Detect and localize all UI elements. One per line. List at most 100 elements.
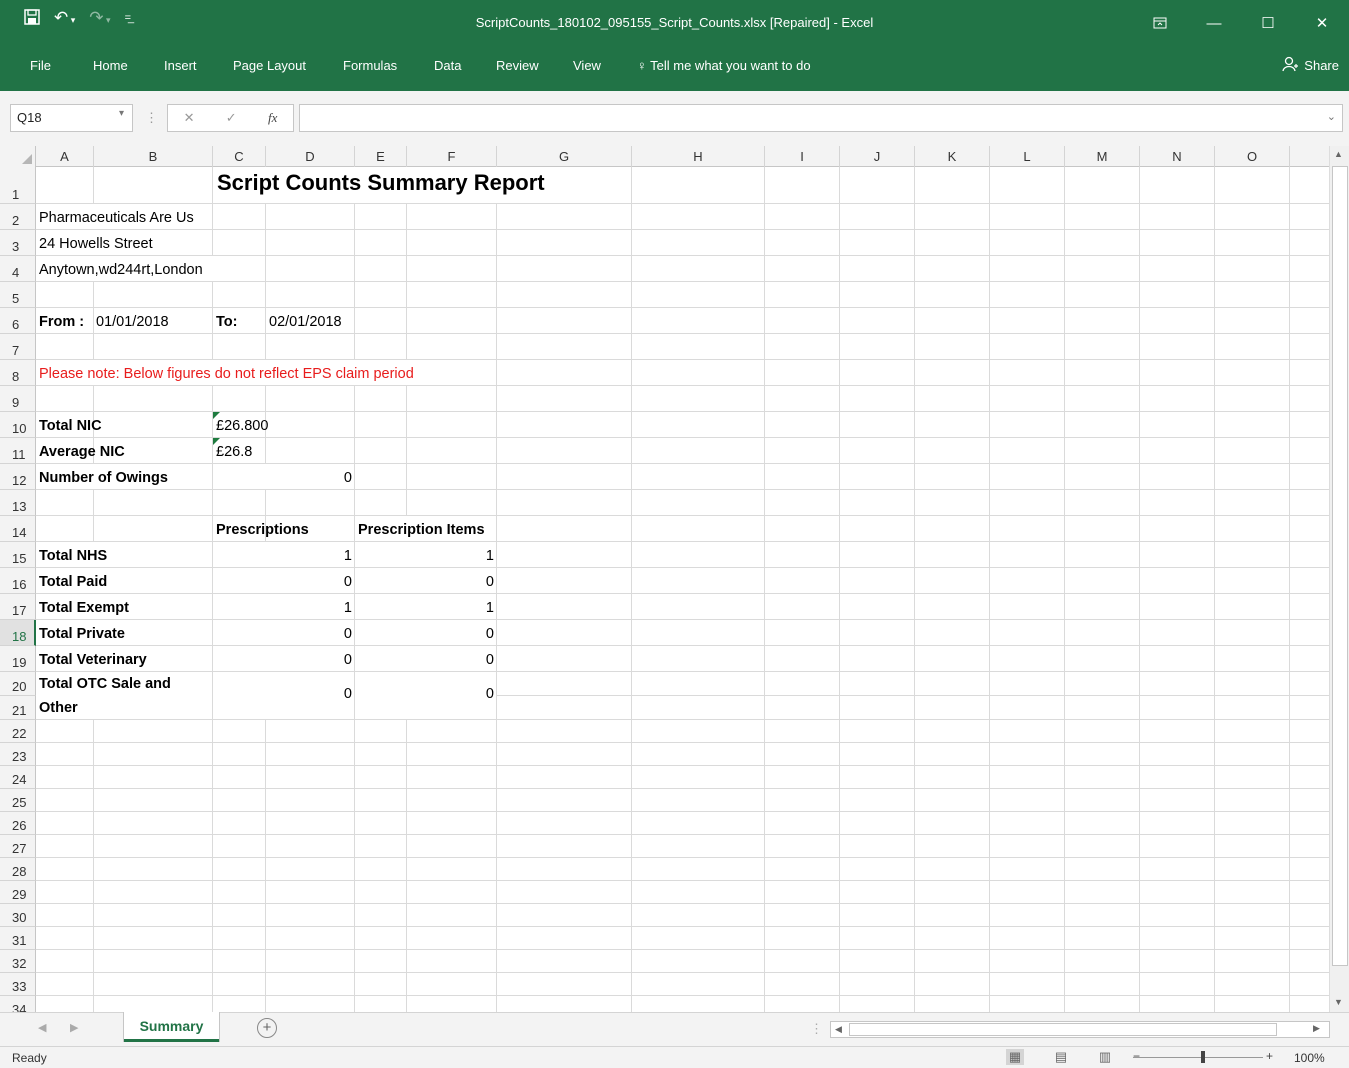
row-header-18[interactable]: 18 <box>0 620 36 646</box>
column-header-a[interactable]: A <box>36 146 94 167</box>
row-header-15[interactable]: 15 <box>0 542 36 568</box>
row-header-25[interactable]: 25 <box>0 789 36 812</box>
worksheet-grid[interactable]: ABCDEFGHIJKLMNO 1 2 3 4 5 6 7 8 9 10 11 12 13 14 15 16 1… <box>0 146 1329 1012</box>
row-header-20[interactable]: 20 <box>0 672 36 696</box>
tab-page-layout[interactable]: Page Layout <box>233 58 306 73</box>
from-label: From : <box>39 314 85 330</box>
column-header-g[interactable]: G <box>497 146 632 167</box>
column-header-b[interactable]: B <box>94 146 213 167</box>
row-header-21[interactable]: 21 <box>0 696 36 720</box>
row-header-19[interactable]: 19 <box>0 646 36 672</box>
row-header-27[interactable]: 27 <box>0 835 36 858</box>
column-header-o[interactable]: O <box>1215 146 1290 167</box>
minimize-icon[interactable]: — <box>1187 0 1241 46</box>
tab-formulas[interactable]: Formulas <box>343 58 397 73</box>
column-header-l[interactable]: L <box>990 146 1065 167</box>
scroll-up-icon[interactable]: ▲ <box>1334 149 1343 159</box>
row-header-22[interactable]: 22 <box>0 720 36 743</box>
row-header-5[interactable]: 5 <box>0 282 36 308</box>
scroll-right-icon[interactable]: ▶ <box>1313 1023 1320 1034</box>
tab-view[interactable]: View <box>573 58 601 73</box>
column-header-d[interactable]: D <box>266 146 355 167</box>
row-header-13[interactable]: 13 <box>0 490 36 516</box>
name-box[interactable]: Q18 ▾ <box>10 104 133 132</box>
column-header-k[interactable]: K <box>915 146 990 167</box>
to-date: 02/01/2018 <box>269 314 342 330</box>
tell-me-box[interactable]: ♀ Tell me what you want to do <box>637 58 811 73</box>
select-all-corner[interactable] <box>0 146 36 167</box>
close-icon[interactable]: ✕ <box>1295 0 1349 46</box>
page-break-view-icon[interactable]: ▥ <box>1096 1049 1114 1065</box>
name-box-value: Q18 <box>17 110 42 125</box>
zoom-slider-track[interactable] <box>1133 1057 1263 1058</box>
column-header-i[interactable]: I <box>765 146 840 167</box>
row-header-4[interactable]: 4 <box>0 256 36 282</box>
error-indicator-icon[interactable] <box>213 438 220 445</box>
row-header-14[interactable]: 14 <box>0 516 36 542</box>
horizontal-scroll-thumb[interactable] <box>849 1023 1277 1036</box>
ribbon-display-options-icon[interactable] <box>1133 0 1187 46</box>
row-header-12[interactable]: 12 <box>0 464 36 490</box>
column-header-m[interactable]: M <box>1065 146 1140 167</box>
horizontal-scrollbar[interactable]: ◀ <box>830 1021 1330 1038</box>
gridline <box>36 437 1329 438</box>
row-header-23[interactable]: 23 <box>0 743 36 766</box>
row-header-26[interactable]: 26 <box>0 812 36 835</box>
scroll-left-icon[interactable]: ◀ <box>835 1024 842 1035</box>
tab-file[interactable]: File <box>30 58 51 73</box>
row-header-1[interactable]: 1 <box>0 167 36 204</box>
prev-sheet-icon[interactable]: ◀ <box>38 1021 46 1034</box>
tab-data[interactable]: Data <box>434 58 461 73</box>
row-header-32[interactable]: 32 <box>0 950 36 973</box>
zoom-level[interactable]: 100% <box>1294 1051 1325 1065</box>
row-header-3[interactable]: 3 <box>0 230 36 256</box>
row-header-30[interactable]: 30 <box>0 904 36 927</box>
new-sheet-button[interactable]: + <box>257 1018 277 1038</box>
gridline <box>36 811 1329 812</box>
tab-insert[interactable]: Insert <box>164 58 197 73</box>
row-header-10[interactable]: 10 <box>0 412 36 438</box>
column-header-h[interactable]: H <box>632 146 765 167</box>
normal-view-icon[interactable]: ▦ <box>1006 1049 1024 1065</box>
row-header-17[interactable]: 17 <box>0 594 36 620</box>
vertical-scrollbar[interactable]: ▲ ▼ <box>1329 146 1349 1012</box>
share-button[interactable]: Share <box>1282 56 1339 75</box>
zoom-out-icon[interactable]: − <box>1133 1049 1140 1063</box>
scroll-down-icon[interactable]: ▼ <box>1334 997 1343 1007</box>
row-header-28[interactable]: 28 <box>0 858 36 881</box>
row-header-24[interactable]: 24 <box>0 766 36 789</box>
row-header-33[interactable]: 33 <box>0 973 36 996</box>
zoom-slider-thumb[interactable] <box>1201 1051 1205 1063</box>
tab-review[interactable]: Review <box>496 58 539 73</box>
error-indicator-icon[interactable] <box>213 412 220 419</box>
insert-function-icon[interactable]: fx <box>268 110 277 126</box>
row-header-6[interactable]: 6 <box>0 308 36 334</box>
sheet-tab-summary[interactable]: Summary <box>124 1012 219 1042</box>
row-header-31[interactable]: 31 <box>0 927 36 950</box>
formula-input[interactable]: ⌄ <box>299 104 1343 132</box>
name-box-dropdown-icon[interactable]: ▾ <box>119 108 124 119</box>
column-header-f[interactable]: F <box>407 146 497 167</box>
cancel-icon[interactable]: ✕ <box>184 110 195 126</box>
zoom-in-icon[interactable]: + <box>1266 1049 1273 1063</box>
row-header-9[interactable]: 9 <box>0 386 36 412</box>
column-header-e[interactable]: E <box>355 146 407 167</box>
page-layout-view-icon[interactable]: ▤ <box>1052 1049 1070 1065</box>
tab-split-handle-icon[interactable]: ⋮ <box>810 1021 823 1037</box>
row-header-16[interactable]: 16 <box>0 568 36 594</box>
column-header-c[interactable]: C <box>213 146 266 167</box>
row-header-11[interactable]: 11 <box>0 438 36 464</box>
row-header-2[interactable]: 2 <box>0 204 36 230</box>
vertical-scroll-thumb[interactable] <box>1332 166 1348 966</box>
expand-formula-icon[interactable]: ⌄ <box>1327 110 1336 123</box>
maximize-icon[interactable]: ☐ <box>1241 0 1295 46</box>
next-sheet-icon[interactable]: ▶ <box>70 1021 78 1034</box>
enter-icon[interactable]: ✓ <box>226 110 237 126</box>
row-header-29[interactable]: 29 <box>0 881 36 904</box>
tab-home[interactable]: Home <box>93 58 128 73</box>
row-header-7[interactable]: 7 <box>0 334 36 360</box>
row-header-8[interactable]: 8 <box>0 360 36 386</box>
row-header-34[interactable]: 34 <box>0 996 36 1012</box>
column-header-j[interactable]: J <box>840 146 915 167</box>
column-header-n[interactable]: N <box>1140 146 1215 167</box>
